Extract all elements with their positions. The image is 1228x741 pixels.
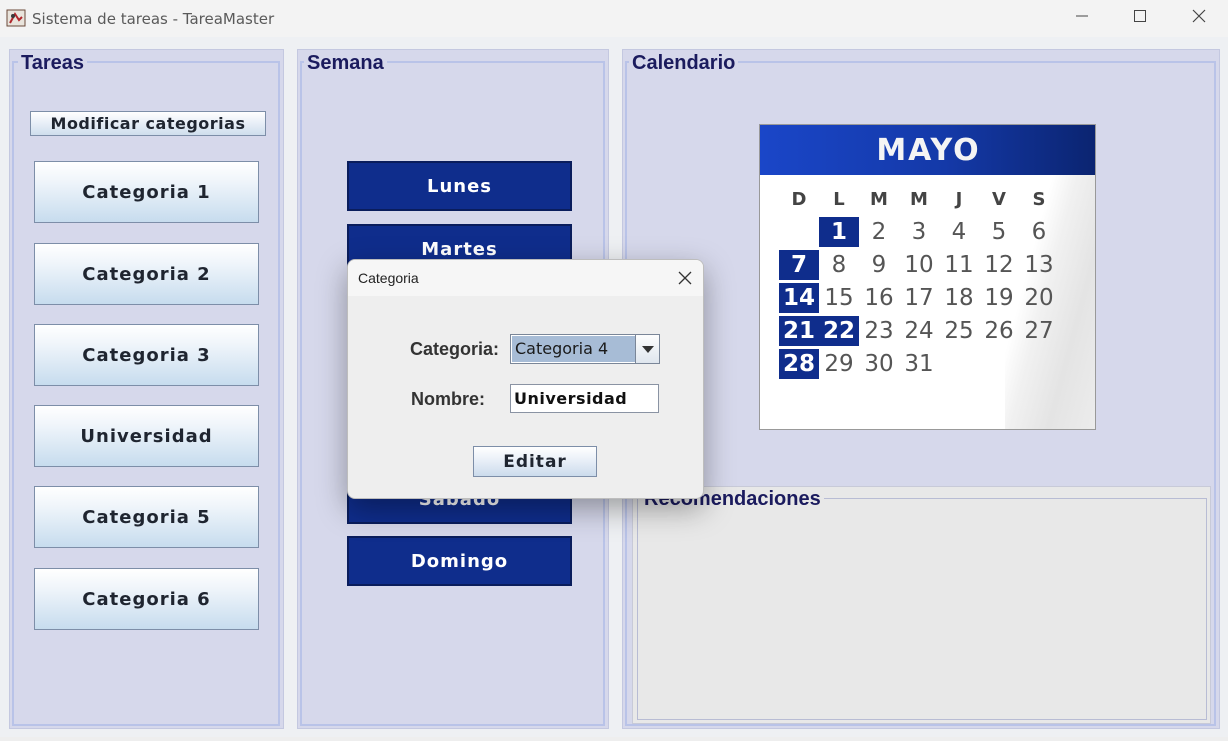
close-button[interactable] xyxy=(1170,0,1228,37)
calendar-day: 20 xyxy=(1024,285,1054,311)
dialog-close-icon[interactable] xyxy=(677,270,693,286)
calendar-weekday: M xyxy=(870,189,888,210)
calendar-day: 24 xyxy=(904,318,934,344)
calendario-title: Calendario xyxy=(629,52,739,75)
calendar-day: 7 xyxy=(779,250,819,280)
categoria-dialog: Categoria Categoria: Categoria 4 Nombre:… xyxy=(347,259,704,499)
calendar-day: 4 xyxy=(951,219,967,245)
categoria-select[interactable]: Categoria 4 xyxy=(510,334,660,364)
category-universidad-button[interactable]: Universidad xyxy=(34,405,259,467)
calendar-day: 1 xyxy=(819,217,859,247)
recomendaciones-area xyxy=(637,498,1207,720)
category-1-button[interactable]: Categoria 1 xyxy=(34,161,259,223)
calendar-day: 9 xyxy=(871,252,887,278)
calendar-day: 5 xyxy=(991,219,1007,245)
day-domingo-button[interactable]: Domingo xyxy=(347,536,572,586)
calendar-day: 28 xyxy=(779,349,819,379)
close-icon xyxy=(1192,9,1206,28)
calendar-day: 6 xyxy=(1031,219,1047,245)
calendar-day: 18 xyxy=(944,285,974,311)
calendar-day: 15 xyxy=(824,285,854,311)
calendar-day: 27 xyxy=(1024,318,1054,344)
calendar-day: 11 xyxy=(944,252,974,278)
calendar-weekday: V xyxy=(992,189,1006,210)
calendar-day: 25 xyxy=(944,318,974,344)
dialog-title: Categoria xyxy=(358,270,419,286)
calendar-day: 29 xyxy=(824,351,854,377)
calendar-day: 19 xyxy=(984,285,1014,311)
calendar-weekday: L xyxy=(833,189,845,210)
category-2-button[interactable]: Categoria 2 xyxy=(34,243,259,305)
calendar-day: 26 xyxy=(984,318,1014,344)
calendar-day: 30 xyxy=(864,351,894,377)
java-app-icon xyxy=(6,8,26,28)
calendar-day: 17 xyxy=(904,285,934,311)
maximize-icon xyxy=(1133,9,1147,28)
calendar-day: 31 xyxy=(904,351,934,377)
calendar-day: 22 xyxy=(819,316,859,346)
calendar-month: MAYO xyxy=(760,125,1095,175)
minimize-icon xyxy=(1075,9,1089,28)
categoria-select-value: Categoria 4 xyxy=(512,336,636,362)
chevron-down-icon[interactable] xyxy=(635,335,659,363)
calendar-day: 2 xyxy=(871,219,887,245)
maximize-button[interactable] xyxy=(1111,0,1169,37)
calendar-weekday: S xyxy=(1032,189,1046,210)
calendar-weekday: M xyxy=(910,189,928,210)
calendar-day: 23 xyxy=(864,318,894,344)
calendar-day: 14 xyxy=(779,283,819,313)
modify-categories-button[interactable]: Modificar categorias xyxy=(30,111,266,136)
calendar-image: MAYO D L M M J V S 1 2 3 4 5 6 7 8 9 10 11 12 13 14 15 16 17 18 1… xyxy=(759,124,1096,430)
calendar-weekday: D xyxy=(791,189,807,210)
window-titlebar: Sistema de tareas - TareaMaster xyxy=(0,0,1228,37)
categoria-label: Categoria: xyxy=(410,339,500,359)
minimize-button[interactable] xyxy=(1053,0,1111,37)
nombre-label: Nombre: xyxy=(411,389,486,409)
dialog-titlebar: Categoria xyxy=(348,260,703,296)
category-6-button[interactable]: Categoria 6 xyxy=(34,568,259,630)
category-5-button[interactable]: Categoria 5 xyxy=(34,486,259,548)
calendar-day: 12 xyxy=(984,252,1014,278)
editar-button[interactable]: Editar xyxy=(473,446,597,477)
calendar-day: 21 xyxy=(779,316,819,346)
category-3-button[interactable]: Categoria 3 xyxy=(34,324,259,386)
day-lunes-button[interactable]: Lunes xyxy=(347,161,572,211)
tareas-title: Tareas xyxy=(18,52,88,75)
window-title: Sistema de tareas - TareaMaster xyxy=(32,10,275,28)
nombre-input[interactable]: Universidad xyxy=(510,384,659,413)
semana-title: Semana xyxy=(304,52,387,75)
calendar-day: 16 xyxy=(864,285,894,311)
calendar-day: 3 xyxy=(911,219,927,245)
calendar-weekday: J xyxy=(955,189,963,210)
calendar-day: 10 xyxy=(904,252,934,278)
calendar-day: 8 xyxy=(831,252,847,278)
calendar-day: 13 xyxy=(1024,252,1054,278)
